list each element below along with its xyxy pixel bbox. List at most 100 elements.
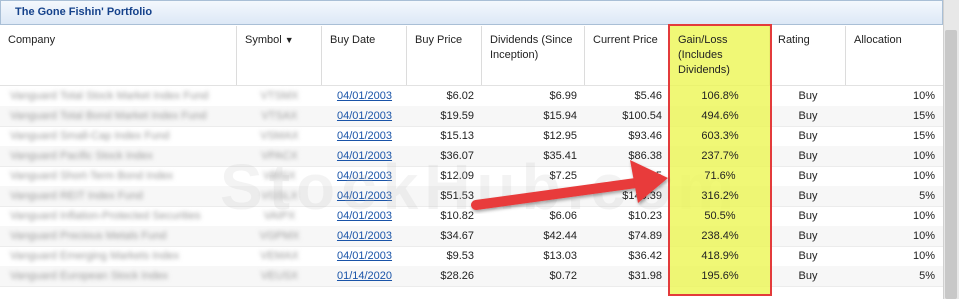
symbol-cell: VTSMX [260, 90, 299, 102]
table-row[interactable]: Vanguard European Stock Index VEUSX 01/14/… [0, 266, 943, 287]
gain-loss-cell: 603.3% [701, 130, 739, 142]
column-header-buy-date[interactable]: Buy Date [322, 26, 407, 85]
current-price-cell: $5.46 [634, 90, 662, 102]
buy-date-link[interactable]: 04/01/2003 [337, 110, 392, 122]
buy-date-cell: 04/01/2003 [322, 206, 407, 226]
rating-cell: Buy [798, 90, 818, 102]
dividends-cell: $35.41 [543, 150, 577, 162]
table-row[interactable]: Vanguard Emerging Markets Index VEMAX 04/0… [0, 246, 943, 267]
gain-loss-cell: 316.2% [701, 190, 739, 202]
company-cell: Vanguard Precious Metals Fund [10, 230, 167, 242]
current-price-cell: $74.89 [628, 230, 662, 242]
column-label: Rating [778, 34, 810, 46]
buy-price-cell: $19.59 [440, 110, 474, 122]
buy-date-link[interactable]: 04/01/2003 [337, 210, 392, 222]
buy-date-cell: 04/01/2003 [322, 106, 407, 126]
symbol-cell: VEUSX [260, 270, 299, 282]
column-header-current-price[interactable]: Current Price [585, 26, 670, 85]
allocation-cell: 15% [912, 110, 935, 122]
column-label: Dividends (Since Inception) [490, 34, 573, 61]
dividends-cell [482, 186, 585, 206]
panel-header: The Gone Fishin' Portfolio [0, 0, 943, 25]
gain-loss-cell: 494.6% [701, 110, 739, 122]
table-row[interactable]: Vanguard REIT Index Fund VGSLX 04/01/2003 $… [0, 186, 943, 207]
buy-price-cell: $36.07 [440, 150, 474, 162]
buy-date-cell: 04/01/2003 [322, 226, 407, 246]
symbol-cell: VBISX [263, 170, 296, 182]
sort-down-arrow-icon[interactable]: ▼ [285, 35, 294, 45]
dividends-cell: $6.99 [549, 90, 577, 102]
column-header-rating[interactable]: Rating [770, 26, 846, 85]
rating-cell: Buy [798, 190, 818, 202]
buy-date-link[interactable]: 04/01/2003 [337, 170, 392, 182]
dividends-cell: $6.06 [549, 210, 577, 222]
allocation-cell: 10% [912, 150, 935, 162]
buy-date-link[interactable]: 04/01/2003 [337, 250, 392, 262]
current-price-cell: $13.5 [634, 170, 662, 182]
buy-date-link[interactable]: 04/01/2003 [337, 230, 392, 242]
current-price-cell: $140.39 [622, 190, 662, 202]
column-label: Symbol [245, 34, 282, 46]
allocation-cell: 5% [919, 270, 935, 282]
column-header-allocation[interactable]: Allocation [846, 26, 943, 85]
column-label: Allocation [854, 34, 902, 46]
gain-loss-cell: 418.9% [701, 250, 739, 262]
company-cell: Vanguard Small-Cap Index Fund [10, 130, 170, 142]
allocation-cell: 10% [912, 170, 935, 182]
table-row[interactable]: Vanguard Pacific Stock Index VPACX 04/01/2… [0, 146, 943, 167]
column-label: Buy Date [330, 34, 376, 46]
rating-cell: Buy [798, 130, 818, 142]
table-row[interactable]: Vanguard Total Stock Market Index Fund VT… [0, 86, 943, 107]
buy-price-cell: $10.82 [440, 210, 474, 222]
buy-date-link[interactable]: 01/14/2020 [337, 270, 392, 282]
allocation-cell: 10% [912, 250, 935, 262]
buy-price-cell: $51.53 [440, 190, 474, 202]
table-row[interactable]: Vanguard Precious Metals Fund VGPMX 04/01/… [0, 226, 943, 247]
company-cell: Vanguard Pacific Stock Index [10, 150, 153, 162]
current-price-cell: $10.23 [628, 210, 662, 222]
buy-date-cell: 04/01/2003 [322, 186, 407, 206]
buy-date-link[interactable]: 04/01/2003 [337, 150, 392, 162]
company-cell: Vanguard Short-Term Bond Index [10, 170, 174, 182]
column-header-dividends[interactable]: Dividends (Since Inception) [482, 26, 585, 85]
company-cell: Vanguard Total Bond Market Index Fund [10, 110, 207, 122]
dividends-cell: $13.03 [543, 250, 577, 262]
symbol-cell: VSMAX [260, 130, 299, 142]
table-row[interactable]: Vanguard Short-Term Bond Index VBISX 04/01… [0, 166, 943, 187]
symbol-cell: VGPMX [259, 230, 300, 242]
column-header-symbol[interactable]: Symbol ▼ [237, 26, 322, 85]
table-row[interactable]: Vanguard Inflation-Protected Securities V… [0, 206, 943, 227]
allocation-cell: 5% [919, 190, 935, 202]
gain-loss-cell: 237.7% [701, 150, 739, 162]
gain-loss-cell: 106.8% [701, 90, 739, 102]
buy-date-link[interactable]: 04/01/2003 [337, 130, 392, 142]
symbol-cell: VPACX [261, 150, 298, 162]
company-cell: Vanguard REIT Index Fund [10, 190, 143, 202]
buy-price-cell: $12.09 [440, 170, 474, 182]
table-row[interactable]: Vanguard Total Bond Market Index Fund VTS… [0, 106, 943, 127]
buy-date-cell: 04/01/2003 [322, 126, 407, 146]
buy-price-cell: $9.53 [446, 250, 474, 262]
rating-cell: Buy [798, 170, 818, 182]
allocation-cell: 10% [912, 230, 935, 242]
column-header-company[interactable]: Company [0, 26, 237, 85]
buy-date-link[interactable]: 04/01/2003 [337, 90, 392, 102]
scrollbar-thumb[interactable] [945, 30, 957, 299]
dividends-cell: $12.95 [543, 130, 577, 142]
symbol-cell: VAIPX [263, 210, 296, 222]
gain-loss-cell: 71.6% [704, 170, 736, 182]
buy-date-cell: 04/01/2003 [322, 166, 407, 186]
company-cell: Vanguard Total Stock Market Index Fund [10, 90, 209, 102]
column-label: Current Price [593, 34, 658, 46]
column-header-buy-price[interactable]: Buy Price [407, 26, 482, 85]
buy-date-cell: 04/01/2003 [322, 86, 407, 106]
buy-date-cell: 04/01/2003 [322, 146, 407, 166]
company-cell: Vanguard European Stock Index [10, 270, 169, 282]
table-row[interactable]: Vanguard Small-Cap Index Fund VSMAX 04/01/… [0, 126, 943, 147]
symbol-cell: VTSAX [261, 110, 298, 122]
buy-date-link[interactable]: 04/01/2003 [337, 190, 392, 202]
gain-loss-header-label: Gain/Loss (Includes Dividends) [678, 34, 730, 76]
dividends-cell: $15.94 [543, 110, 577, 122]
symbol-cell: VGSLX [261, 190, 298, 202]
rating-cell: Buy [798, 230, 818, 242]
